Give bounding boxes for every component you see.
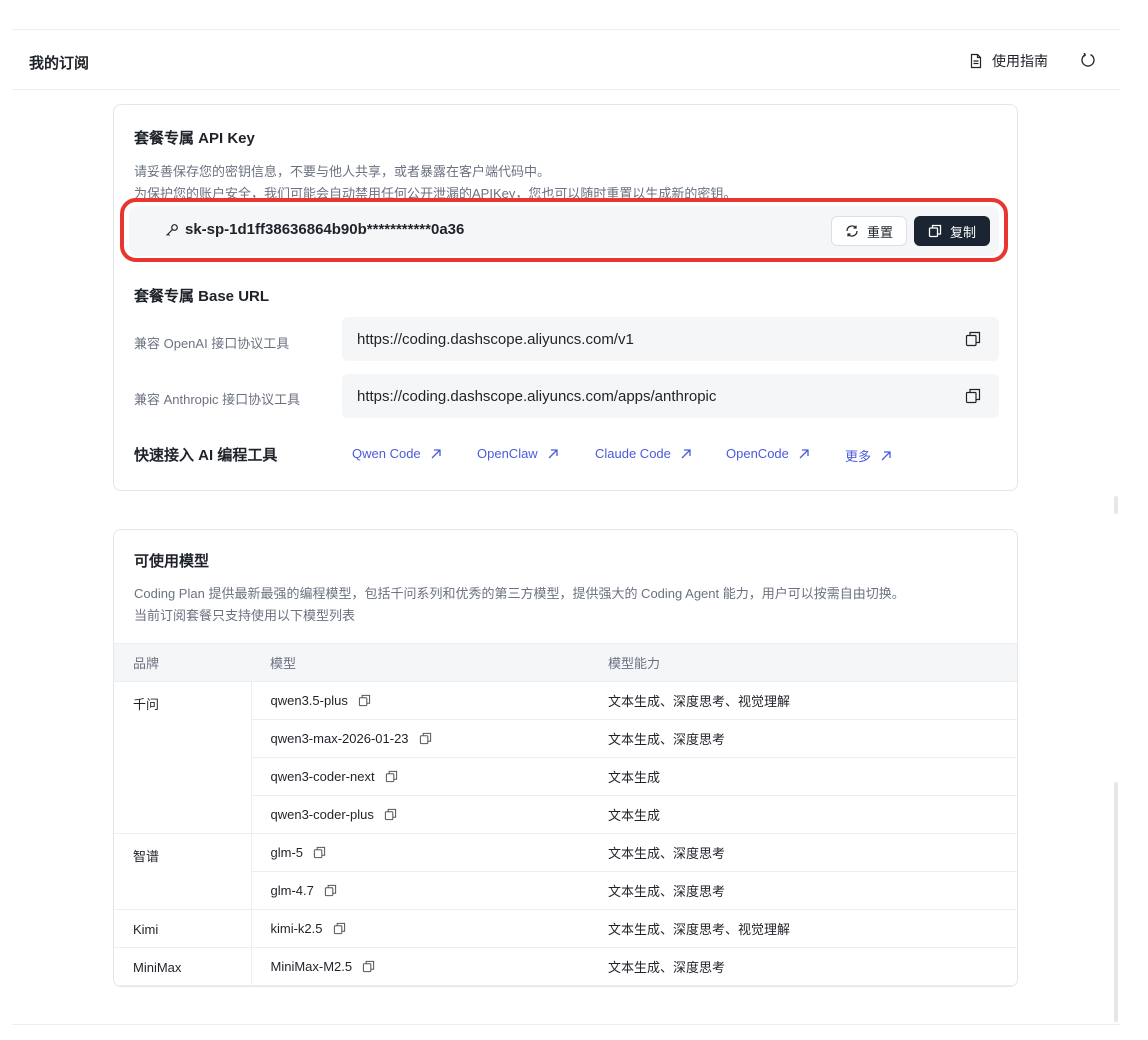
brand-cell: 智谱 [114, 833, 252, 910]
copy-icon[interactable] [324, 884, 337, 897]
external-link-icon [431, 448, 441, 458]
model-name: glm-4.7 [270, 883, 314, 898]
scrollbar-thumb[interactable] [1114, 782, 1118, 1022]
link-label: 更多 [845, 449, 872, 464]
table-row: MiniMax MiniMax-M2.5 文本生成、深度思考 [114, 947, 1017, 986]
models-title: 可使用模型 [134, 553, 210, 570]
link-label: Claude Code [595, 446, 671, 461]
brand-cell: Kimi [114, 909, 252, 948]
api-key-title: 套餐专属 API Key [134, 130, 255, 147]
external-link-icon [881, 450, 891, 460]
model-name: MiniMax-M2.5 [270, 959, 353, 974]
external-link-icon [799, 448, 809, 458]
model-name: kimi-k2.5 [270, 921, 323, 936]
external-link-icon [681, 448, 691, 458]
anthropic-label: 兼容 Anthropic 接口协议工具 [134, 392, 301, 407]
subscription-card: 套餐专属 API Key 请妥善保存您的密钥信息，不要与他人共享，或者暴露在客户… [113, 104, 1018, 491]
quick-access-title: 快速接入 AI 编程工具 [134, 447, 278, 464]
base-url-title: 套餐专属 Base URL [134, 288, 270, 305]
brand-cell: 千问 [114, 681, 252, 834]
copy-icon[interactable] [385, 770, 398, 783]
models-table: 品牌 模型 模型能力 千问 qwen3.5-plus 文本生成、深度思考、视觉理… [114, 643, 1017, 986]
openai-label: 兼容 OpenAI 接口协议工具 [134, 336, 290, 351]
link-openclaw[interactable]: OpenClaw [477, 446, 559, 461]
link-label: OpenClaw [477, 446, 538, 461]
model-name: qwen3-max-2026-01-23 [270, 731, 409, 746]
anthropic-url-box: https://coding.dashscope.aliyuncs.com/ap… [342, 374, 999, 418]
copy-icon[interactable] [358, 694, 371, 707]
copy-icon[interactable] [419, 732, 432, 745]
highlight-box [120, 198, 1008, 262]
models-desc-1: Coding Plan 提供最新最强的编程模型，包括千问系列和优秀的第三方模型，… [134, 586, 905, 601]
document-icon [970, 53, 982, 69]
anthropic-url: https://coding.dashscope.aliyuncs.com/ap… [357, 388, 717, 405]
ability-cell: 文本生成、深度思考 [589, 871, 1017, 910]
model-name: qwen3-coder-next [270, 769, 375, 784]
ability-cell: 文本生成、深度思考 [589, 947, 1017, 986]
column-header-brand: 品牌 [114, 643, 251, 682]
copy-icon[interactable] [965, 331, 981, 347]
link-label: Qwen Code [352, 446, 421, 461]
ability-cell: 文本生成、深度思考、视觉理解 [589, 909, 1017, 948]
link-label: OpenCode [726, 446, 789, 461]
copy-icon[interactable] [362, 960, 375, 973]
model-name: glm-5 [270, 845, 304, 860]
copy-icon[interactable] [384, 808, 397, 821]
table-row: Kimi kimi-k2.5 文本生成、深度思考、视觉理解 [114, 909, 1017, 948]
table-header-row: 品牌 模型 模型能力 [114, 643, 1017, 682]
refresh-icon [1081, 52, 1095, 67]
link-qwen-code[interactable]: Qwen Code [352, 446, 442, 461]
page-header: 我的订阅 使用指南 [12, 30, 1120, 90]
api-key-desc-1: 请妥善保存您的密钥信息，不要与他人共享，或者暴露在客户端代码中。 [134, 164, 551, 179]
guide-link[interactable]: 使用指南 [968, 51, 1048, 71]
link-claude-code[interactable]: Claude Code [595, 446, 692, 461]
column-header-model: 模型 [251, 643, 589, 682]
refresh-button[interactable] [1078, 50, 1098, 70]
ability-cell: 文本生成 [589, 795, 1017, 834]
link-opencode[interactable]: OpenCode [726, 446, 810, 461]
models-card: 可使用模型 Coding Plan 提供最新最强的编程模型，包括千问系列和优秀的… [113, 529, 1018, 987]
ability-cell: 文本生成 [589, 757, 1017, 796]
ability-cell: 文本生成、深度思考 [589, 833, 1017, 872]
brand-cell: MiniMax [114, 947, 252, 986]
scrollbar-thumb[interactable] [1114, 496, 1118, 514]
models-desc-2: 当前订阅套餐只支持使用以下模型列表 [134, 608, 356, 623]
table-row: 智谱 glm-5 文本生成、深度思考 [114, 833, 1017, 910]
copy-icon[interactable] [313, 846, 326, 859]
page-title: 我的订阅 [29, 55, 90, 72]
link-more[interactable]: 更多 [845, 446, 892, 465]
copy-icon[interactable] [333, 922, 346, 935]
copy-icon[interactable] [965, 388, 981, 404]
ability-cell: 文本生成、深度思考 [589, 719, 1017, 758]
guide-label: 使用指南 [992, 53, 1048, 69]
column-header-ability: 模型能力 [589, 643, 1017, 682]
model-name: qwen3-coder-plus [270, 807, 374, 822]
model-name: qwen3.5-plus [270, 693, 348, 708]
ability-cell: 文本生成、深度思考、视觉理解 [589, 681, 1017, 720]
openai-url: https://coding.dashscope.aliyuncs.com/v1 [357, 331, 634, 348]
external-link-icon [548, 448, 558, 458]
openai-url-box: https://coding.dashscope.aliyuncs.com/v1 [342, 317, 999, 361]
table-row: 千问 qwen3.5-plus 文本生成、深度思考、视觉理解 [114, 681, 1017, 834]
